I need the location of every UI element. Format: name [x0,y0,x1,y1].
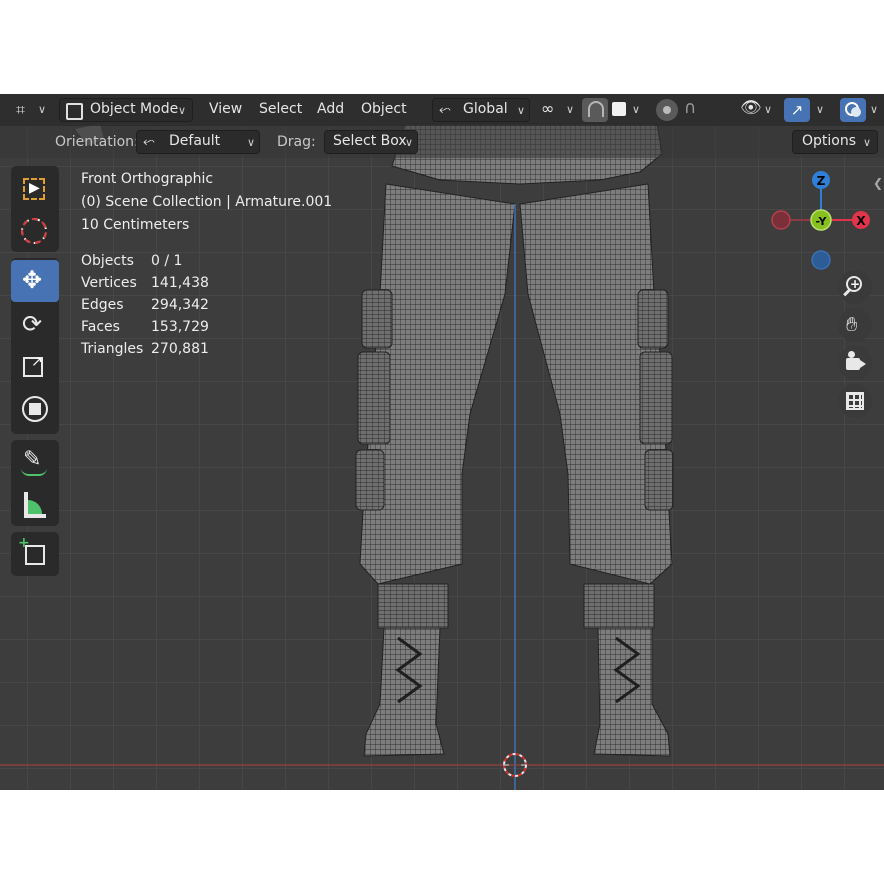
options-label: Options [802,133,857,149]
chevron-down-icon: ∨ [764,103,773,116]
axis-z-label: Z [817,174,826,188]
proportional-edit-icon[interactable] [656,99,678,121]
stat-value: 294,342 [151,297,209,313]
transform-orientation-dropdown[interactable]: ⬿ Global ∨ [432,98,530,122]
axis-x-label: X [856,214,866,228]
stat-label: Objects [81,253,134,269]
collection-name: (0) Scene Collection | Armature.001 [81,194,333,210]
chevron-down-icon: ∨ [405,136,414,149]
axis-neg-y-label: -Y [816,215,828,228]
chevron-down-icon: ∨ [870,103,879,116]
orientation-dropdown[interactable]: ⬿ Default ∨ [136,130,260,154]
stat-label: Edges [81,297,124,313]
viewport-3d[interactable]: ⌗ ∨ Object Mode ∨ View Select Add Object… [0,94,884,790]
add-cube-icon[interactable]: + [11,533,59,575]
chevron-down-icon: ∨ [517,104,526,117]
grid-scale: 10 Centimeters [81,217,190,233]
viewport-header: ⌗ ∨ Object Mode ∨ View Select Add Object… [0,94,884,126]
stat-value: 141,438 [151,275,209,291]
orientation-label: Orientation: [55,134,139,150]
object-mode-icon [66,103,83,120]
options-dropdown[interactable]: Options ∨ [792,130,878,154]
tool-settings-bar: Orientation: ⬿ Default ∨ Drag: Select Bo… [0,126,884,158]
camera-icon[interactable] [838,346,872,380]
sidebar-toggle-icon[interactable]: ❮ [873,176,883,190]
transform-icon[interactable] [11,388,59,430]
orientation-value: Default [169,133,221,149]
editor-type-icon[interactable]: ⌗ [16,100,25,120]
editor-type-chevron-icon: ∨ [38,103,47,116]
snap-target-icon[interactable] [612,102,626,116]
stat-label: Vertices [81,275,137,291]
view-name: Front Orthographic [81,171,214,187]
chevron-down-icon: ∨ [863,136,872,149]
stat-label: Triangles [81,341,144,357]
measure-icon[interactable] [11,484,59,526]
drag-value: Select Box [333,133,407,149]
chevron-down-icon: ∨ [247,136,256,149]
menu-add[interactable]: Add [317,101,344,117]
stat-value: 270,881 [151,341,209,357]
stat-value: 0 / 1 [151,253,183,269]
overlays-toggle-icon[interactable] [840,98,866,122]
menu-view[interactable]: View [209,101,242,117]
chevron-down-icon: ∨ [816,103,825,116]
pivot-link-icon[interactable]: ∞ [541,99,554,118]
tool-group-select: ▶ [11,166,59,252]
annotate-icon[interactable]: ✎ [11,442,59,484]
gizmo-toggle-icon[interactable]: ↗ [784,98,810,122]
orientation-gizmo-icon: ⬿ [143,132,156,150]
chevron-down-icon: ∨ [566,103,575,116]
tool-group-add: + [11,532,59,576]
transform-orientation-label: Global [463,101,508,117]
scale-icon[interactable]: ↗ [11,346,59,388]
zoom-icon[interactable]: + [838,270,872,304]
tool-group-annotate: ✎ [11,440,59,526]
stat-value: 153,729 [151,319,209,335]
snap-magnet-icon[interactable] [582,98,608,122]
navigation-gizmo[interactable]: Z X -Y [768,170,878,270]
cursor-icon[interactable] [11,210,59,252]
falloff-curve-icon[interactable]: ∩ [684,98,696,118]
chevron-down-icon: ∨ [178,104,187,117]
drag-label: Drag: [277,134,316,150]
mode-label: Object Mode [90,101,179,117]
rotate-icon[interactable]: ⟳ [11,304,59,346]
mode-dropdown[interactable]: Object Mode ∨ [59,98,193,122]
visibility-eye-icon[interactable]: 👁︎ [740,98,762,118]
stat-label: Faces [81,319,120,335]
drag-dropdown[interactable]: Select Box ∨ [324,130,418,154]
menu-select[interactable]: Select [259,101,302,117]
orientation-axes-icon: ⬿ [439,100,452,118]
grid-icon[interactable] [838,384,872,418]
pan-hand-icon[interactable]: ✋︎ [838,308,872,342]
tool-group-transform: ✥ ⟳ ↗ [11,258,59,434]
menu-object[interactable]: Object [361,101,407,117]
chevron-down-icon: ∨ [632,103,641,116]
move-icon[interactable]: ✥ [11,260,59,302]
select-box-icon[interactable]: ▶ [11,168,59,210]
